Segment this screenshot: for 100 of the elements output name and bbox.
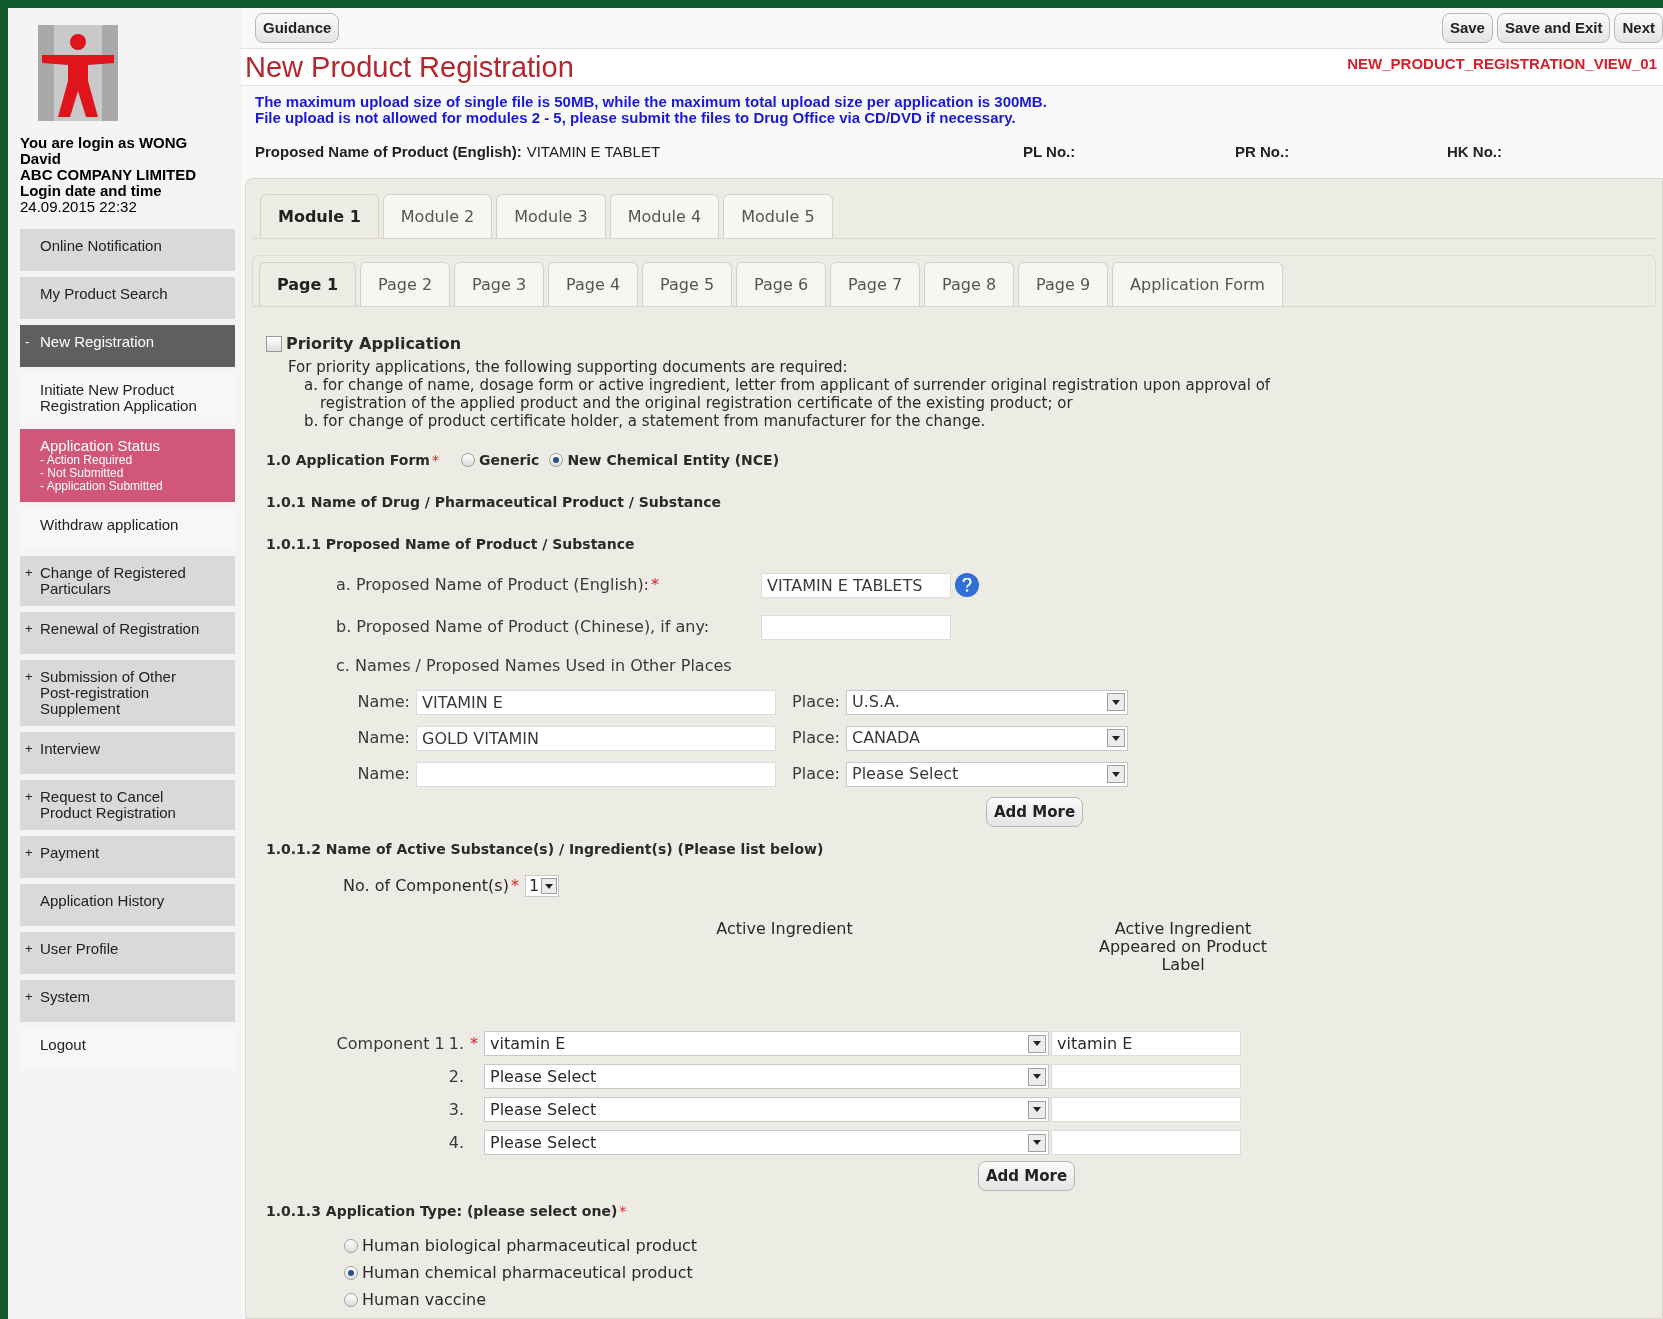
input-field[interactable]: VITAMIN E TABLETS bbox=[761, 572, 951, 598]
radio-button[interactable] bbox=[344, 1265, 358, 1280]
expand-sign: + bbox=[25, 741, 34, 757]
row-label: Component 1 bbox=[336, 1032, 445, 1055]
row-number: 1. bbox=[448, 1032, 464, 1055]
tab[interactable]: Page 8 bbox=[924, 262, 1015, 306]
field-label: Place: bbox=[791, 691, 841, 713]
expand-sign: + bbox=[25, 621, 34, 637]
input-field[interactable]: GOLD VITAMIN bbox=[416, 725, 776, 751]
sidebar-item[interactable]: Application History bbox=[20, 884, 235, 926]
tab[interactable]: Page 9 bbox=[1018, 262, 1109, 306]
select-field[interactable]: U.S.A. bbox=[846, 689, 1128, 715]
sidebar-item-label: Submission of Other Post-registration Supplement bbox=[40, 669, 177, 717]
sidebar-item[interactable]: Online Notification bbox=[20, 229, 235, 271]
sidebar-item[interactable]: + System bbox=[20, 980, 235, 1022]
radio-button[interactable] bbox=[460, 453, 475, 467]
input-field[interactable] bbox=[416, 761, 776, 787]
select-field[interactable]: vitamin E bbox=[484, 1031, 1049, 1056]
radio-button[interactable] bbox=[344, 1238, 358, 1253]
sidebar-item[interactable]: - New Registration bbox=[20, 325, 235, 367]
tab[interactable]: Page 2 bbox=[360, 262, 451, 306]
input-field[interactable]: vitamin E bbox=[1051, 1031, 1241, 1056]
help-icon[interactable] bbox=[955, 573, 979, 597]
tab[interactable]: Module 3 bbox=[496, 194, 606, 238]
required-mark: * bbox=[470, 1032, 478, 1055]
sidebar-item[interactable]: + Payment bbox=[20, 836, 235, 878]
radio-button[interactable] bbox=[344, 1292, 358, 1307]
toolbar-button[interactable]: Guidance bbox=[255, 13, 340, 43]
radio-button[interactable] bbox=[549, 453, 564, 467]
summary-value: VITAMIN E TABLET bbox=[526, 141, 661, 162]
notice-text: File upload is not allowed for modules 2 - 5, please submit the files to Drug Office via CD/DVD if necessary. bbox=[255, 110, 1017, 126]
status-subitem: - Action Required bbox=[40, 454, 134, 467]
select-field[interactable]: Please Select bbox=[484, 1130, 1049, 1155]
priority-intro: For priority applications, the following supporting documents are required: bbox=[288, 358, 849, 376]
tab[interactable]: Page 5 bbox=[642, 262, 733, 306]
input-field[interactable] bbox=[1051, 1097, 1241, 1122]
page-title: New Product Registration bbox=[245, 50, 574, 85]
tab[interactable]: Module 4 bbox=[609, 194, 720, 238]
sidebar-item[interactable]: + Renewal of Registration bbox=[20, 612, 235, 654]
sidebar-item-label: Logout bbox=[40, 1037, 86, 1053]
tab[interactable]: Application Form bbox=[1112, 262, 1283, 306]
checkbox-label: Priority Application bbox=[286, 333, 462, 355]
field-label: Place: bbox=[791, 727, 841, 749]
sidebar-item-label: Application Status bbox=[40, 438, 162, 454]
field-label: Name: bbox=[356, 691, 411, 713]
tab[interactable]: Page 3 bbox=[454, 262, 545, 306]
input-field[interactable]: VITAMIN E bbox=[416, 689, 776, 715]
input-field[interactable] bbox=[761, 614, 951, 640]
sidebar-item[interactable]: + Submission of Other Post-registration Supplement bbox=[20, 660, 235, 726]
required-mark: * bbox=[431, 450, 439, 470]
sidebar-item-label: Change of Registered Particulars bbox=[40, 565, 187, 597]
select-field[interactable]: Please Select bbox=[846, 761, 1128, 787]
select-field[interactable]: Please Select bbox=[484, 1097, 1049, 1122]
radio-label: Human biological pharmaceutical product bbox=[362, 1234, 698, 1257]
field-label: Name: bbox=[356, 763, 411, 785]
expand-sign: + bbox=[25, 565, 34, 581]
select-field[interactable]: Please Select bbox=[484, 1064, 1049, 1089]
sidebar-item-label: Online Notification bbox=[40, 238, 162, 254]
tab[interactable]: Page 6 bbox=[736, 262, 827, 306]
toolbar-button[interactable]: Next bbox=[1614, 13, 1663, 43]
tab[interactable]: Page 1 bbox=[259, 262, 357, 306]
summary-label: PL No.: bbox=[1023, 141, 1076, 162]
caret-icon bbox=[541, 878, 558, 894]
field-label: Name: bbox=[356, 727, 411, 749]
sidebar-item-label: Application History bbox=[40, 893, 165, 909]
add-more-button[interactable]: Add More bbox=[978, 1161, 1076, 1191]
sidebar-item-label: New Registration bbox=[40, 334, 155, 350]
sidebar-item[interactable]: Application Status - Action Required - Not Submitted - Application Submitted bbox=[20, 429, 235, 502]
select-field[interactable]: 1 bbox=[524, 875, 560, 897]
sidebar-item-label: User Profile bbox=[40, 941, 119, 957]
toolbar-button[interactable]: Save and Exit bbox=[1496, 13, 1611, 43]
checkbox[interactable] bbox=[266, 336, 282, 352]
sidebar-item[interactable]: + Interview bbox=[20, 732, 235, 774]
field-label: c. Names / Proposed Names Used in Other Places bbox=[336, 655, 733, 677]
tab[interactable]: Module 2 bbox=[382, 194, 493, 238]
tab[interactable]: Module 1 bbox=[260, 194, 379, 238]
select-field[interactable]: CANADA bbox=[846, 725, 1128, 751]
caret-icon bbox=[1107, 693, 1125, 711]
tab[interactable]: Page 4 bbox=[548, 262, 639, 306]
tab[interactable]: Page 7 bbox=[830, 262, 921, 306]
expand-sign: + bbox=[25, 941, 34, 957]
sidebar-item[interactable]: + Request to Cancel Product Registration bbox=[20, 780, 235, 830]
field-label: 1.0 Application Form bbox=[266, 450, 430, 470]
column-header: Active Ingredient bbox=[716, 920, 853, 940]
section-heading: 1.0.1.3 Application Type: (please select one) bbox=[266, 1201, 618, 1221]
expand-sign: + bbox=[25, 845, 34, 861]
sidebar-item[interactable]: My Product Search bbox=[20, 277, 235, 319]
required-mark: * bbox=[619, 1201, 627, 1221]
field-label: a. Proposed Name of Product (English): bbox=[336, 574, 649, 596]
input-field[interactable] bbox=[1051, 1064, 1241, 1089]
sidebar-item[interactable]: + Change of Registered Particulars bbox=[20, 556, 235, 606]
field-label: No. of Component(s) bbox=[343, 875, 509, 897]
sidebar-item[interactable]: + User Profile bbox=[20, 932, 235, 974]
user-info-text: Login date and time bbox=[20, 183, 163, 199]
radio-label: Human chemical pharmaceutical product bbox=[362, 1261, 693, 1284]
expand-sign: - bbox=[25, 334, 31, 350]
input-field[interactable] bbox=[1051, 1130, 1241, 1155]
add-more-button[interactable]: Add More bbox=[986, 797, 1084, 827]
toolbar-button[interactable]: Save bbox=[1441, 13, 1493, 43]
tab[interactable]: Module 5 bbox=[723, 194, 833, 238]
